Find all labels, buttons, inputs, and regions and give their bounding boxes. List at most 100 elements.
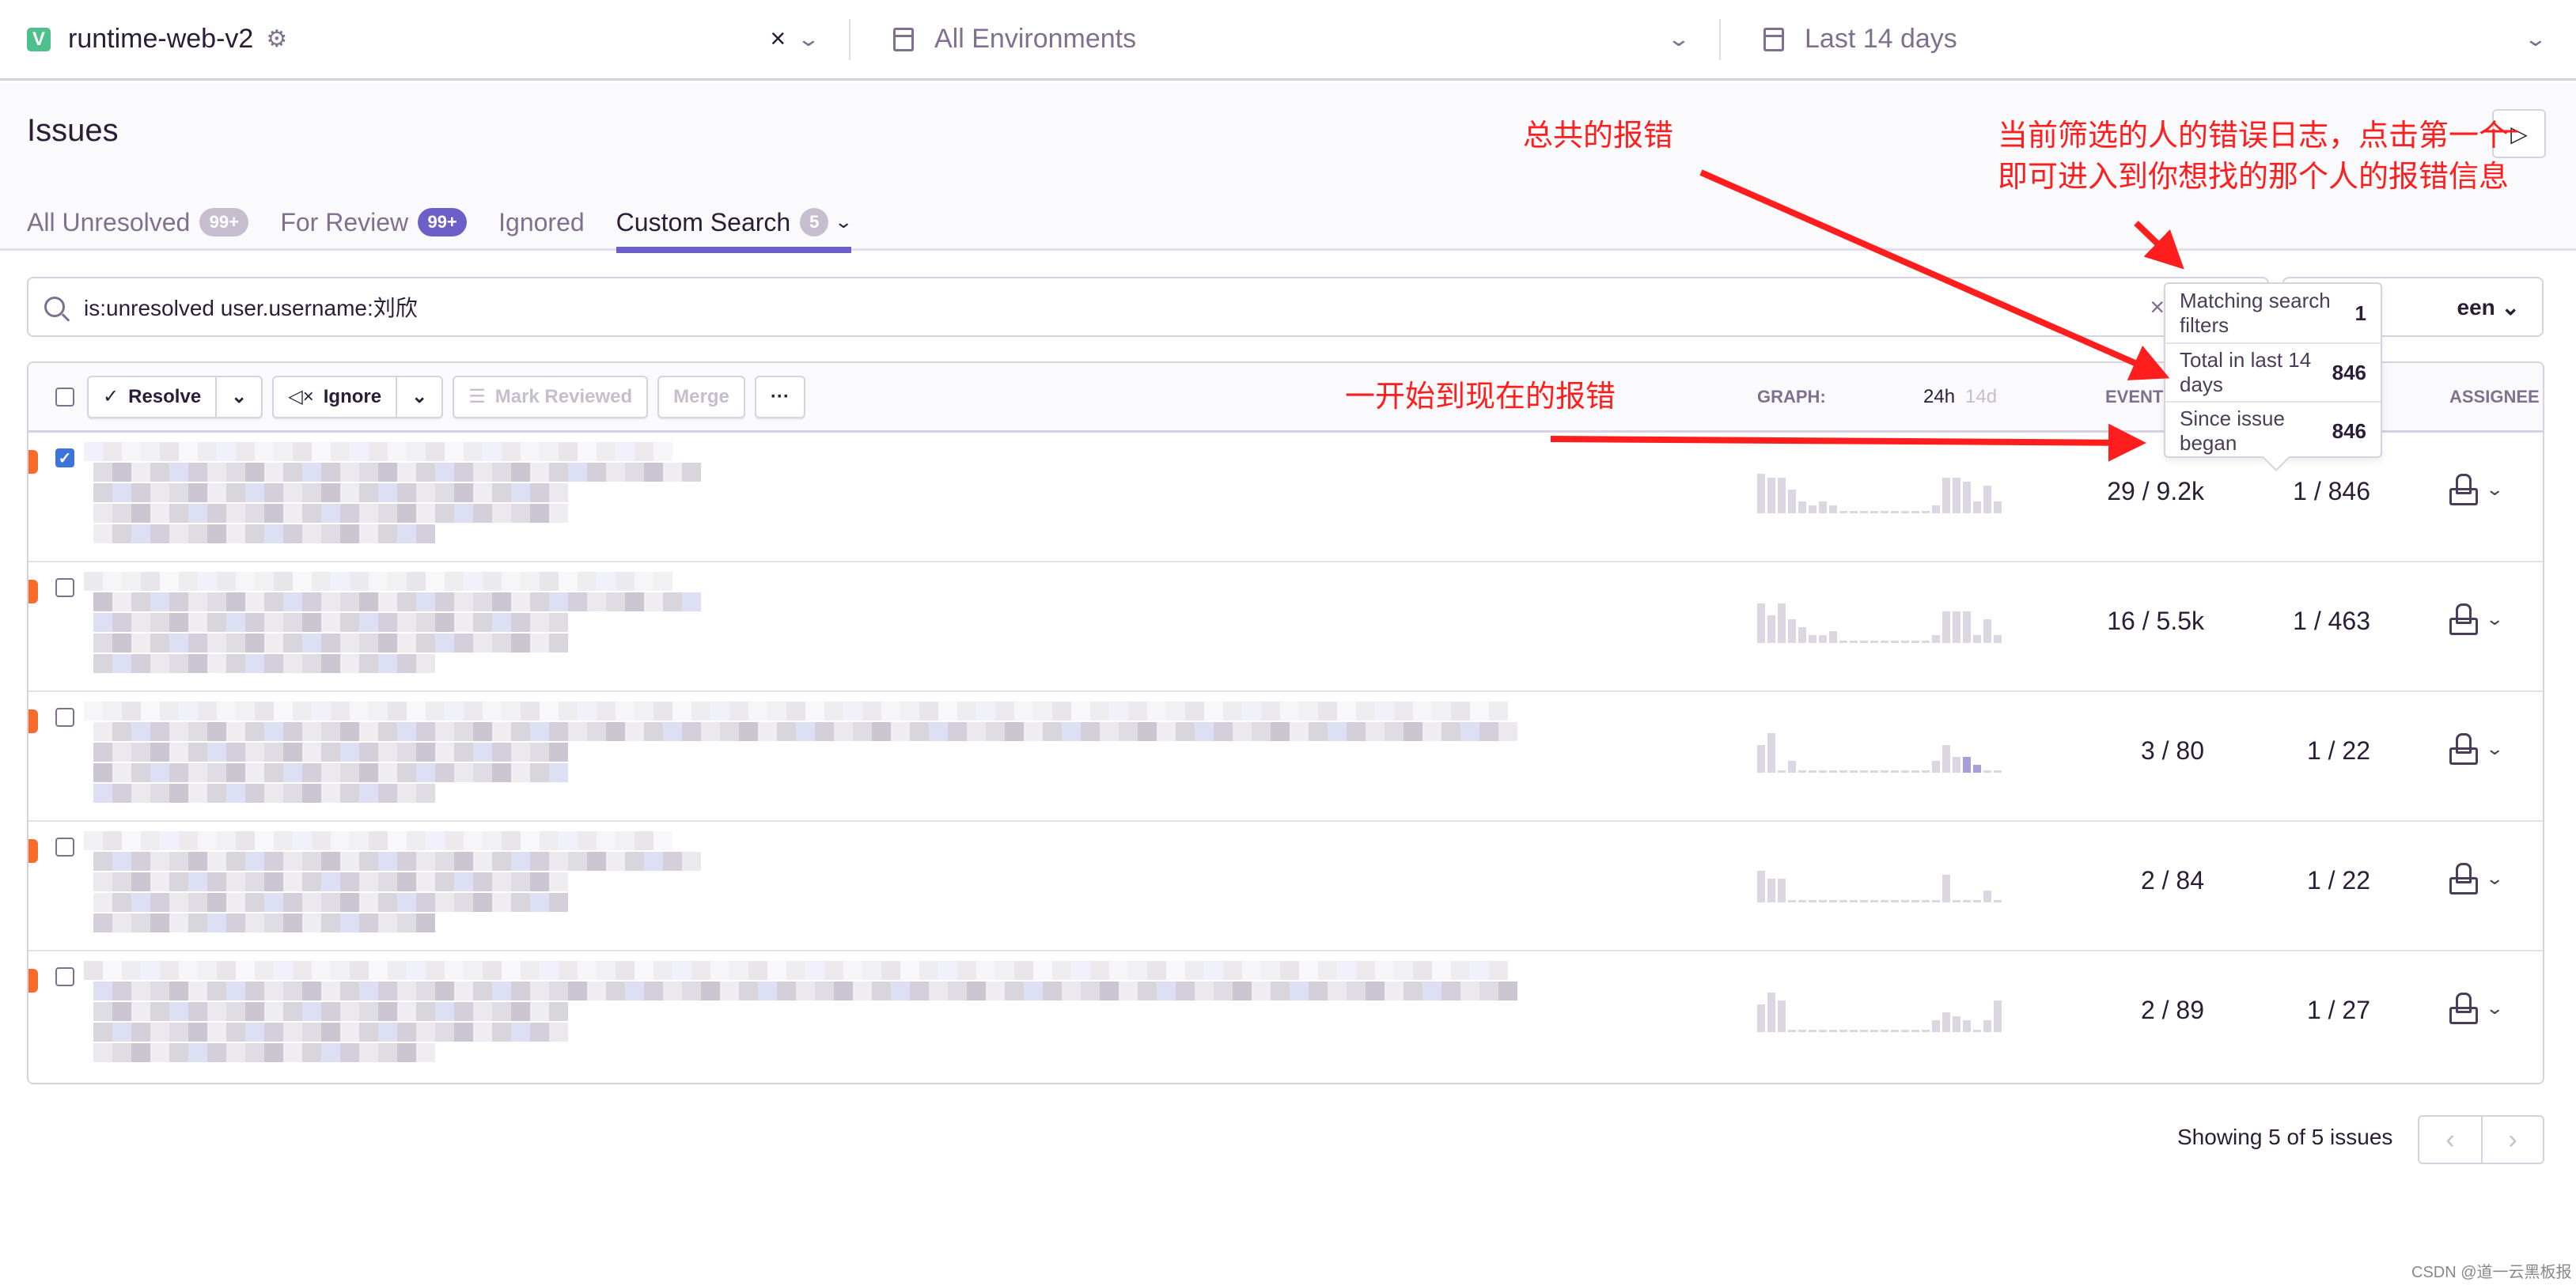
resolve-button[interactable]: ✓ Resolve	[89, 377, 215, 417]
event-sparkline[interactable]	[1757, 603, 2002, 643]
redacted-block	[169, 763, 188, 782]
user-count[interactable]: 1 / 22	[2236, 866, 2370, 895]
assignee-selector[interactable]: ⌄	[2449, 863, 2504, 895]
spark-bar	[1850, 770, 1858, 773]
issue-row[interactable]: 2 / 89 1 / 27 ⌄	[28, 951, 2543, 1081]
redacted-block	[397, 763, 416, 782]
graph-24h-toggle[interactable]: 24h	[1923, 386, 1955, 408]
redacted-issue-content[interactable]	[84, 695, 1571, 814]
event-count[interactable]: 3 / 80	[2070, 736, 2204, 766]
issue-row[interactable]: 3 / 80 1 / 22 ⌄	[28, 692, 2543, 822]
chevron-down-icon[interactable]: ⌄	[797, 27, 821, 51]
gear-icon[interactable]: ⚙	[266, 25, 287, 53]
mark-reviewed-button[interactable]: ☰ Mark Reviewed	[453, 375, 649, 418]
redacted-issue-content[interactable]	[84, 565, 1571, 684]
redacted-block	[350, 572, 369, 591]
redacted-block	[131, 982, 150, 1000]
redacted-block	[473, 613, 492, 632]
redacted-block	[644, 852, 663, 871]
project-selector[interactable]: V runtime-web-v2 ⚙ × ⌄	[0, 18, 850, 60]
redacted-block	[843, 961, 862, 980]
redacted-block	[416, 872, 435, 891]
assignee-selector[interactable]: ⌄	[2449, 474, 2504, 505]
prev-page-button[interactable]: ‹	[2419, 1117, 2481, 1163]
event-sparkline[interactable]	[1757, 993, 2002, 1032]
spark-bar	[1778, 1000, 1786, 1032]
event-sparkline[interactable]	[1757, 863, 2002, 902]
tab-for-review[interactable]: For Review 99+	[280, 194, 468, 251]
search-query[interactable]: is:unresolved user.username:刘欣	[84, 291, 418, 323]
user-count[interactable]: 1 / 846	[2236, 477, 2370, 506]
issue-row[interactable]: 16 / 5.5k 1 / 463 ⌄	[28, 562, 2543, 692]
redacted-block	[388, 572, 407, 591]
graph-14d-toggle[interactable]: 14d	[1965, 386, 1997, 408]
tab-custom-search[interactable]: Custom Search 5 ⌄	[616, 194, 853, 253]
redacted-block	[435, 872, 454, 891]
ignore-dropdown[interactable]: ⌄	[396, 376, 441, 417]
redacted-block	[179, 961, 198, 980]
redacted-block	[416, 483, 435, 502]
search-input[interactable]: is:unresolved user.username:刘欣 ×	[27, 277, 2269, 337]
redacted-block	[388, 442, 407, 461]
redacted-block	[321, 654, 340, 673]
more-actions-button[interactable]: ···	[754, 375, 805, 418]
redacted-block	[502, 442, 521, 461]
calendar-icon	[1763, 27, 1784, 51]
redacted-issue-content[interactable]	[84, 825, 1571, 944]
redacted-block	[207, 1023, 226, 1042]
redacted-block	[663, 592, 682, 611]
redacted-block	[112, 1023, 131, 1042]
redacted-block	[245, 483, 264, 502]
tab-ignored[interactable]: Ignored	[498, 194, 585, 251]
redacted-block	[435, 1002, 454, 1021]
user-count[interactable]: 1 / 22	[2236, 736, 2370, 766]
clear-project-icon[interactable]: ×	[770, 24, 786, 55]
row-checkbox[interactable]	[55, 708, 74, 727]
spark-bar	[1860, 770, 1868, 773]
event-count[interactable]: 2 / 89	[2070, 996, 2204, 1025]
event-count[interactable]: 29 / 9.2k	[2070, 477, 2204, 506]
redacted-block	[359, 592, 378, 611]
redacted-block	[217, 572, 236, 591]
ignore-button[interactable]: ◁× Ignore	[274, 377, 396, 417]
redacted-block	[302, 592, 321, 611]
row-checkbox[interactable]	[55, 578, 74, 597]
environment-selector[interactable]: All Environments ⌄	[850, 18, 1721, 60]
redacted-block	[597, 831, 616, 850]
assignee-selector[interactable]: ⌄	[2449, 603, 2504, 635]
event-count[interactable]: 16 / 5.5k	[2070, 607, 2204, 636]
merge-button[interactable]: Merge	[657, 375, 745, 418]
tab-all-unresolved[interactable]: All Unresolved 99+	[27, 194, 249, 251]
events-24h: 2	[2140, 866, 2155, 895]
redacted-block	[359, 722, 378, 741]
next-page-button[interactable]: ›	[2481, 1117, 2543, 1163]
redacted-block	[188, 1002, 207, 1021]
select-all-checkbox[interactable]	[55, 387, 74, 407]
clear-search-icon[interactable]: ×	[2150, 293, 2165, 322]
redacted-issue-content[interactable]	[84, 955, 1571, 1073]
row-checkbox[interactable]	[55, 967, 74, 986]
redacted-block	[160, 442, 179, 461]
graph-column-label: GRAPH:	[1757, 386, 1826, 407]
event-sparkline[interactable]	[1757, 474, 2002, 513]
resolve-dropdown[interactable]: ⌄	[215, 376, 261, 417]
redacted-block	[112, 592, 131, 611]
redacted-block	[454, 763, 473, 782]
row-checkbox[interactable]: ✓	[55, 448, 74, 467]
level-indicator	[28, 839, 38, 863]
event-count[interactable]: 2 / 84	[2070, 866, 2204, 895]
user-count[interactable]: 1 / 27	[2236, 996, 2370, 1025]
assignee-selector[interactable]: ⌄	[2449, 993, 2504, 1024]
redacted-block	[321, 463, 340, 482]
user-count[interactable]: 1 / 463	[2236, 607, 2370, 636]
redacted-block	[530, 592, 549, 611]
row-checkbox[interactable]	[55, 838, 74, 857]
date-range-selector[interactable]: Last 14 days ⌄	[1721, 19, 2576, 60]
spark-bar	[1788, 1030, 1796, 1032]
redacted-issue-content[interactable]	[84, 436, 1571, 554]
chevron-down-icon[interactable]: ⌄	[834, 212, 853, 233]
issue-row[interactable]: 2 / 84 1 / 22 ⌄	[28, 822, 2543, 951]
assignee-selector[interactable]: ⌄	[2449, 733, 2504, 765]
event-sparkline[interactable]	[1757, 733, 2002, 773]
spark-bar	[1891, 900, 1899, 902]
